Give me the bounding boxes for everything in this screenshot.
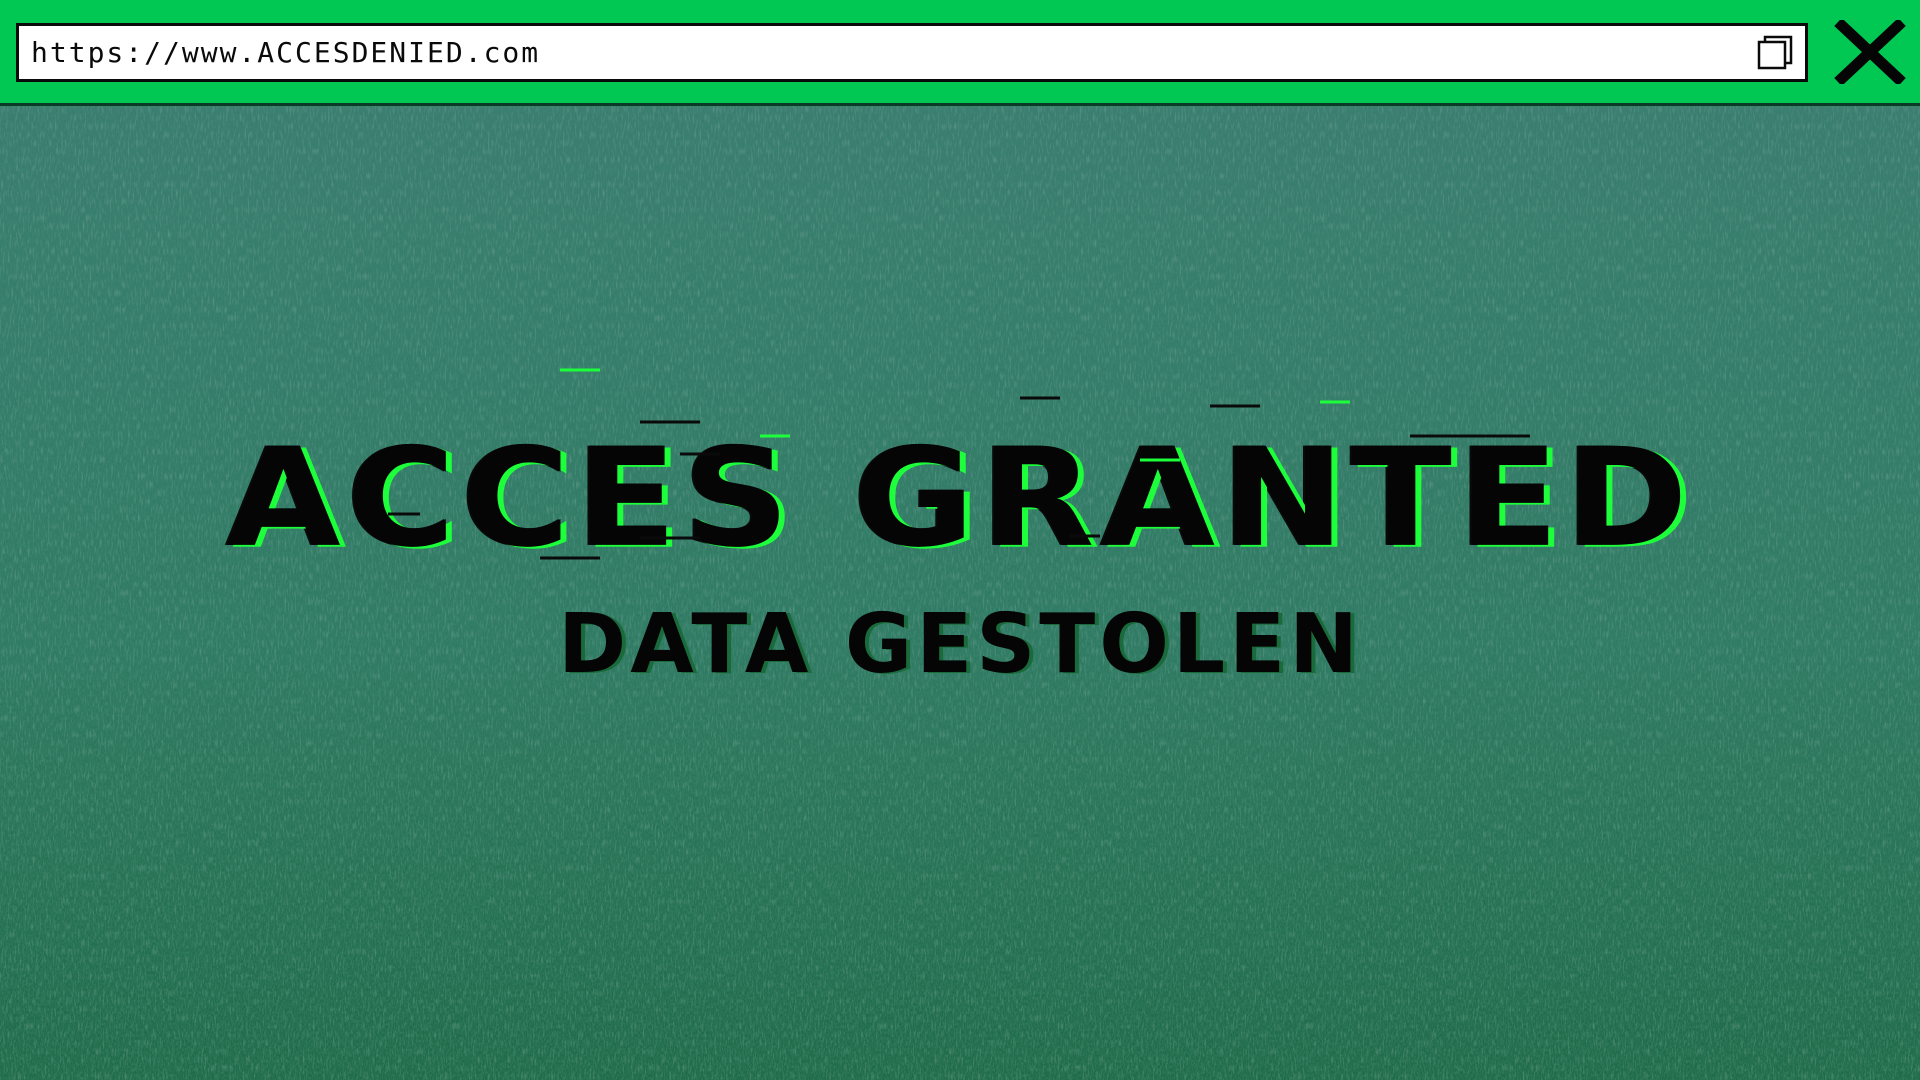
copy-icon[interactable] [1757, 34, 1795, 72]
static-noise-screen: ACCES GRANTED DATA GESTOLEN [0, 106, 1920, 1080]
static-noise-background [0, 106, 1920, 1080]
address-bar[interactable]: https://www.ACCESDENIED.com [16, 23, 1808, 82]
subline-data-gestolen: DATA GESTOLEN [558, 597, 1362, 692]
close-icon[interactable] [1834, 20, 1906, 84]
headline-acces-granted: ACCES GRANTED [226, 418, 1694, 578]
browser-top-bar: https://www.ACCESDENIED.com [0, 0, 1920, 106]
address-bar-url[interactable]: https://www.ACCESDENIED.com [31, 26, 540, 79]
